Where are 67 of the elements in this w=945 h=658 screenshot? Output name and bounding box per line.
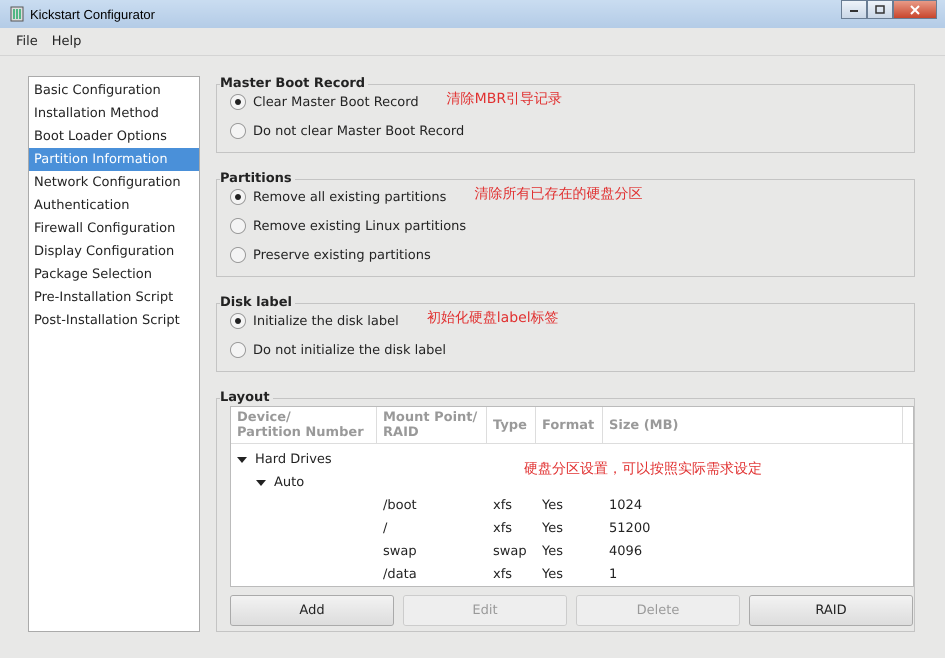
maximize-icon bbox=[875, 4, 885, 14]
sidebar-item[interactable]: Pre-Installation Script bbox=[29, 286, 199, 309]
table-cell-text: xfs bbox=[493, 498, 514, 513]
sidebar-item[interactable]: Installation Method bbox=[29, 102, 199, 125]
table-cell-text: / bbox=[383, 521, 388, 536]
radio-button[interactable] bbox=[230, 94, 246, 110]
sidebar-item[interactable]: Basic Configuration bbox=[29, 79, 199, 102]
table-cell-text: /data bbox=[383, 567, 418, 582]
table-cell-text: swap bbox=[493, 544, 528, 559]
radio-option[interactable]: Remove existing Linux partitions bbox=[230, 218, 466, 234]
radio-button[interactable] bbox=[230, 247, 246, 263]
tree-node[interactable]: Hard Drives bbox=[255, 452, 332, 467]
action-button[interactable]: RAID bbox=[749, 595, 913, 626]
radio-label: Clear Master Boot Record bbox=[253, 94, 419, 110]
window-title: Kickstart Configurator bbox=[30, 6, 155, 22]
sidebar-item[interactable]: Package Selection bbox=[29, 263, 199, 286]
table-cell-text: 4096 bbox=[609, 544, 644, 559]
table-cell-text: 1 bbox=[609, 567, 618, 582]
sidebar-item[interactable]: Display Configuration bbox=[29, 240, 199, 263]
close-button[interactable] bbox=[893, 0, 937, 19]
sidebar-item[interactable]: Boot Loader Options bbox=[29, 125, 199, 148]
radio-label: Preserve existing partitions bbox=[253, 248, 431, 262]
sidebar-item[interactable]: Firewall Configuration bbox=[29, 217, 199, 240]
menu-item[interactable]: File bbox=[16, 34, 38, 49]
radio-button[interactable] bbox=[230, 342, 246, 358]
table-cell-text: xfs bbox=[493, 521, 514, 536]
table-cell-text: 1024 bbox=[609, 498, 644, 513]
radio-button[interactable] bbox=[230, 313, 246, 329]
radio-option[interactable]: Preserve existing partitions bbox=[230, 247, 431, 263]
table-cell-text: Yes bbox=[542, 567, 564, 582]
radio-button[interactable] bbox=[230, 189, 246, 205]
radio-option[interactable]: Initialize the disk label bbox=[230, 313, 399, 329]
radio-option[interactable]: Remove all existing partitions bbox=[230, 189, 446, 205]
sidebar-item[interactable]: Post-Installation Script bbox=[29, 309, 199, 332]
table-cell-text: /boot bbox=[383, 498, 418, 513]
table-cell-text: Yes bbox=[542, 521, 564, 536]
radio-option[interactable]: Clear Master Boot Record bbox=[230, 94, 419, 110]
table-cell-text: xfs bbox=[493, 567, 514, 582]
sidebar-item[interactable]: Network Configuration bbox=[29, 171, 199, 194]
close-icon bbox=[910, 4, 920, 14]
maximize-button[interactable] bbox=[867, 0, 893, 19]
tree-node[interactable]: Auto bbox=[274, 475, 304, 490]
expander-icon[interactable] bbox=[256, 478, 266, 488]
expander-icon[interactable] bbox=[237, 454, 247, 464]
minimize-button[interactable] bbox=[841, 0, 867, 19]
menu-item[interactable]: Help bbox=[52, 34, 82, 49]
radio-option[interactable]: Do not initialize the disk label bbox=[230, 342, 446, 358]
app-icon bbox=[10, 6, 24, 22]
radio-option[interactable]: Do not clear Master Boot Record bbox=[230, 123, 464, 139]
sidebar-item[interactable]: Authentication bbox=[29, 194, 199, 217]
annotation-note: 硬盘分区设置，可以按照实际需求设定 bbox=[524, 460, 762, 478]
radio-label: Initialize the disk label bbox=[253, 314, 399, 328]
radio-label: Do not clear Master Boot Record bbox=[253, 124, 464, 138]
table-cell-text: Yes bbox=[542, 544, 564, 559]
radio-label: Remove all existing partitions bbox=[253, 190, 446, 204]
table-cell-text: 51200 bbox=[609, 521, 652, 536]
radio-button[interactable] bbox=[230, 123, 246, 139]
annotation-note: 清除所有已存在的硬盘分区 bbox=[474, 185, 642, 203]
table-cell-text: Yes bbox=[542, 498, 564, 513]
radio-label: Do not initialize the disk label bbox=[253, 342, 446, 358]
radio-button[interactable] bbox=[230, 218, 246, 234]
table-cell-text: swap bbox=[383, 544, 418, 559]
action-button[interactable]: Add bbox=[230, 595, 394, 626]
radio-label: Remove existing Linux partitions bbox=[253, 218, 466, 234]
group-title: Layout bbox=[220, 390, 273, 406]
annotation-note: 初始化硬盘label标签 bbox=[426, 309, 559, 327]
annotation-note: 清除MBR引导记录 bbox=[446, 90, 562, 108]
